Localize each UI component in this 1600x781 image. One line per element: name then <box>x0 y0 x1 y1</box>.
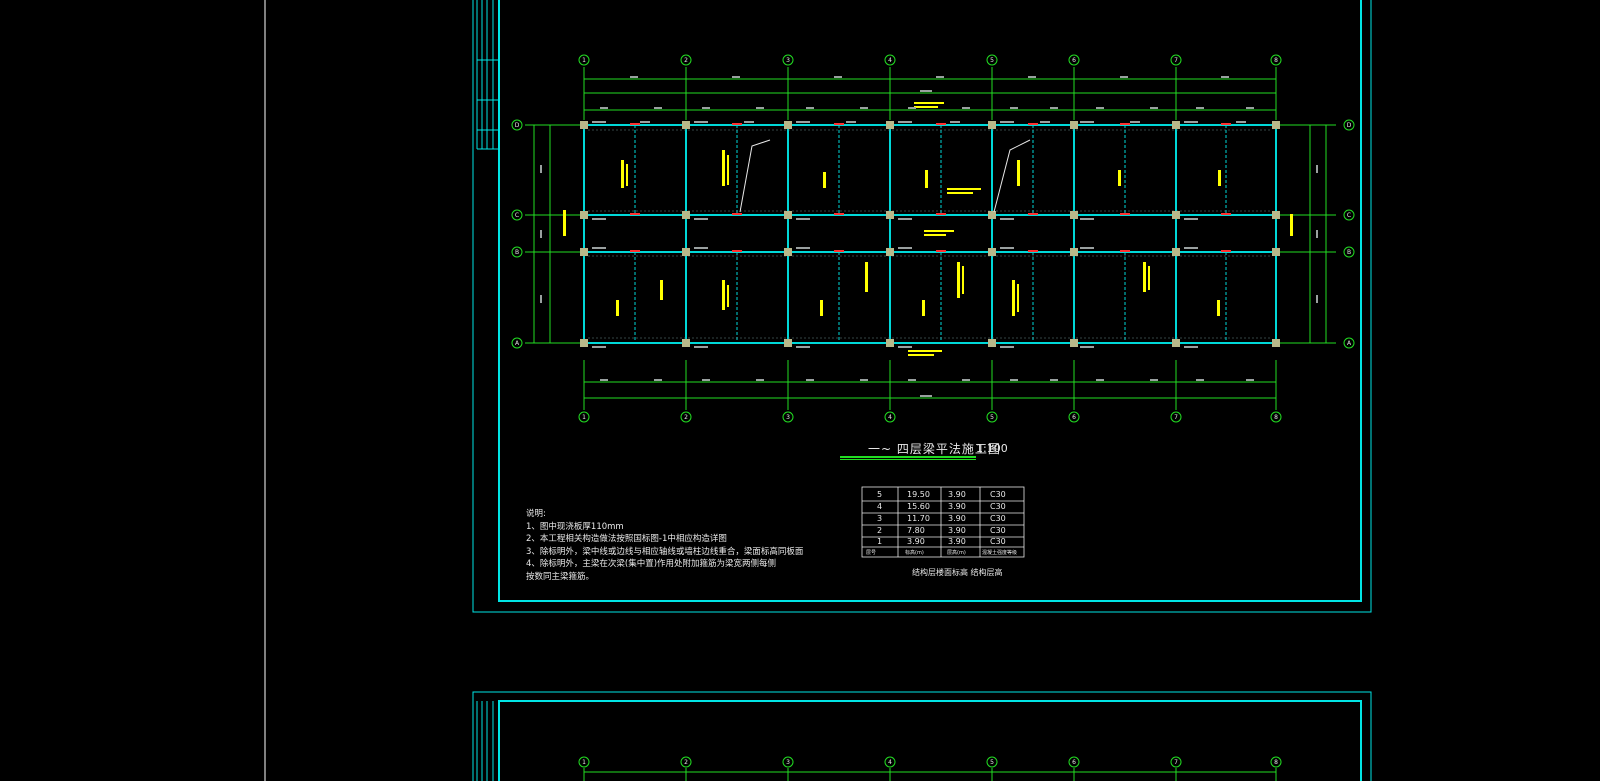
table-cell: 1 <box>877 537 882 546</box>
grid-label-left-A: A <box>515 340 520 347</box>
table-cell: 5 <box>877 490 882 499</box>
notes-line-3: 3、除标明外，梁中线或边线与相应轴线或墙柱边线重合，梁面标高同板面 <box>526 546 804 557</box>
beam-annotations <box>563 102 1293 356</box>
table-cell: 3.90 <box>948 526 966 535</box>
leader-lines <box>739 139 1031 213</box>
grid-label-top-1: 1 <box>582 57 586 64</box>
table-header-cell: 标高(m) <box>905 549 924 556</box>
table-header-cell: 混凝土强度等级 <box>982 549 1017 556</box>
table-cell: 2 <box>877 526 882 535</box>
table-header-cell: 层号 <box>866 550 876 556</box>
grid-label-bottom-2: 2 <box>684 414 688 421</box>
table-cell: 3.90 <box>948 490 966 499</box>
title-underline-thin <box>840 459 976 460</box>
notes-heading: 说明: <box>526 509 546 519</box>
grid-label-top-5: 5 <box>990 57 994 64</box>
grid-label-bottom-3: 3 <box>786 414 790 421</box>
grid-label-left-B: B <box>515 249 519 256</box>
grid-label-sheet2-2: 2 <box>684 759 688 766</box>
grid-label-sheet2-1: 1 <box>582 759 586 766</box>
table-cell: C30 <box>990 514 1006 523</box>
table-caption: 结构层楼面标高 结构层高 <box>912 568 1003 577</box>
table-cell: 3 <box>877 514 882 523</box>
title-underline <box>840 456 976 458</box>
grid-label-left-D: D <box>515 122 520 129</box>
design-notes: 说明: 1、图中现浇板厚110mm 2、本工程相关构造做法按照国标图-1中相应构… <box>526 508 803 583</box>
grid-label-sheet2-3: 3 <box>786 759 790 766</box>
grid-label-top-6: 6 <box>1072 57 1076 64</box>
dimension-lines-bottom <box>583 360 1277 410</box>
table-cell: 19.50 <box>907 490 930 499</box>
table-cell: 3.90 <box>948 537 966 546</box>
grid-label-bottom-4: 4 <box>888 414 892 421</box>
grid-label-top-2: 2 <box>684 57 688 64</box>
cad-drawing-canvas[interactable]: 1 2 3 4 5 6 7 8 1 2 3 4 5 6 7 8 D C B A … <box>0 0 1600 781</box>
table-cell: 4 <box>877 502 882 511</box>
grid-label-sheet2-7: 7 <box>1174 759 1178 766</box>
table-cell: 15.60 <box>907 502 930 511</box>
table-cell: C30 <box>990 490 1006 499</box>
table-header-cell: 层高(m) <box>947 549 966 556</box>
grid-bubbles-right[interactable] <box>1343 119 1355 349</box>
grid-label-sheet2-6: 6 <box>1072 759 1076 766</box>
table-cell: C30 <box>990 502 1006 511</box>
grid-label-right-A: A <box>1347 340 1352 347</box>
notes-line-5: 按数同主梁箍筋。 <box>526 571 595 582</box>
sheet-frame-bottom <box>472 691 1372 781</box>
drawing-scale: 1:100 <box>976 442 1008 455</box>
table-cell: C30 <box>990 537 1006 546</box>
notes-line-4: 4、除标明外，主梁在次梁(集中置)作用处附加箍筋为梁宽两侧每侧 <box>526 559 777 569</box>
notes-line-1: 1、图中现浇板厚110mm <box>526 521 624 532</box>
grid-label-bottom-1: 1 <box>582 414 586 421</box>
grid-label-bottom-5: 5 <box>990 414 994 421</box>
table-cell: 7.80 <box>907 526 925 535</box>
table-cell: 3.90 <box>907 537 925 546</box>
grid-label-sheet2-8: 8 <box>1274 759 1278 766</box>
grid-label-top-3: 3 <box>786 57 790 64</box>
grid-label-sheet2-4: 4 <box>888 759 892 766</box>
grid-label-right-D: D <box>1347 122 1352 129</box>
sheet2-plan-partial: 1 2 3 4 5 6 7 8 <box>578 756 1282 781</box>
grid-label-right-B: B <box>1347 249 1351 256</box>
grid-label-left-C: C <box>515 212 519 219</box>
grid-label-sheet2-5: 5 <box>990 759 994 766</box>
grid-label-top-4: 4 <box>888 57 892 64</box>
grid-label-top-7: 7 <box>1174 57 1178 64</box>
table-cell: 3.90 <box>948 502 966 511</box>
table-cell: C30 <box>990 526 1006 535</box>
dimension-lines-top <box>583 67 1277 120</box>
grid-label-bottom-8: 8 <box>1274 414 1278 421</box>
grid-bubbles-left[interactable] <box>511 119 523 349</box>
notes-line-2: 2、本工程相关构造做法按照国标图-1中相应构造详图 <box>526 534 727 544</box>
grid-label-top-8: 8 <box>1274 57 1278 64</box>
grid-label-right-C: C <box>1347 212 1351 219</box>
grid-label-bottom-7: 7 <box>1174 414 1178 421</box>
table-cell: 3.90 <box>948 514 966 523</box>
table-cell: 11.70 <box>907 514 930 523</box>
grid-label-bottom-6: 6 <box>1072 414 1076 421</box>
